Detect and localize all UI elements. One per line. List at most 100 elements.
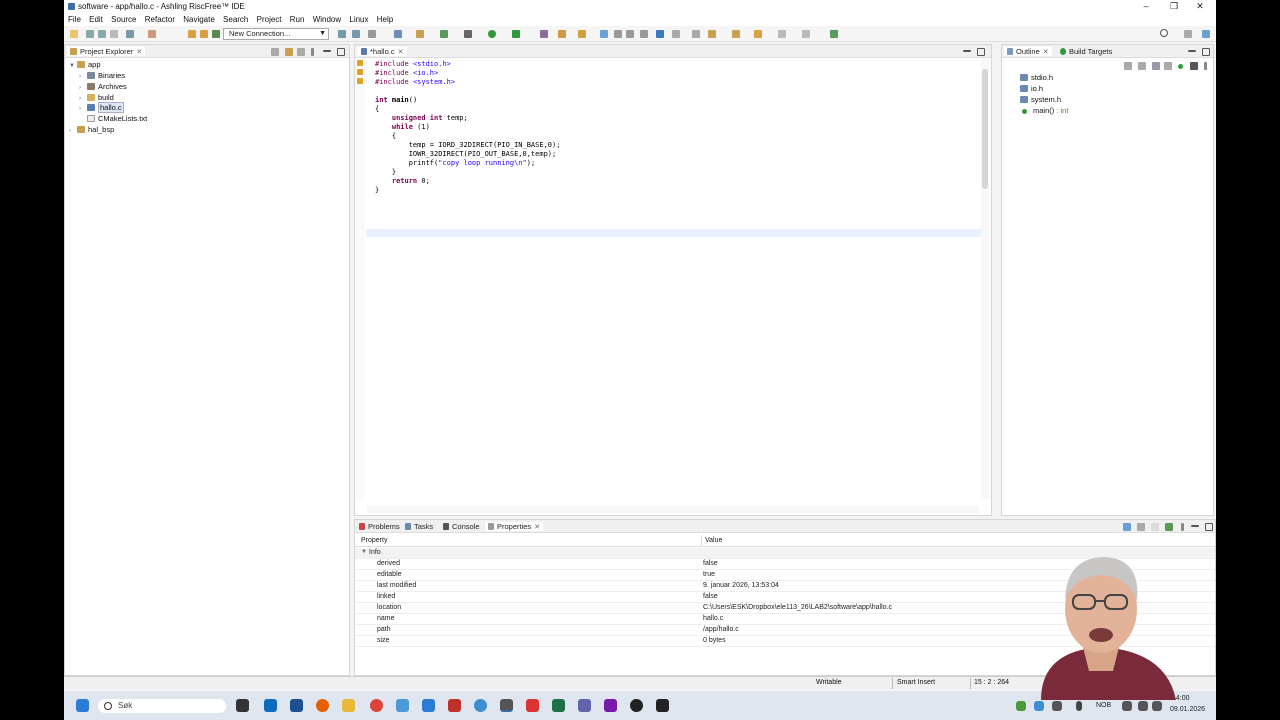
skip-icon[interactable] — [692, 30, 700, 38]
col-value-header[interactable]: Value — [705, 537, 722, 544]
debug-config-icon[interactable] — [464, 30, 472, 38]
battery-icon[interactable] — [1152, 701, 1162, 711]
code-line-13[interactable]: } — [375, 168, 396, 176]
prev-annotation-icon[interactable] — [732, 30, 740, 38]
collapse-all-icon[interactable] — [271, 48, 279, 56]
new-icon[interactable] — [70, 30, 78, 38]
tray-icon[interactable] — [1016, 701, 1026, 711]
minimize-view-icon[interactable] — [963, 50, 971, 52]
minimize-button[interactable]: – — [1138, 1, 1154, 12]
vivaldi-icon[interactable] — [448, 699, 461, 712]
search-icon[interactable] — [1160, 29, 1168, 37]
outline-item-system[interactable]: system.h — [1020, 95, 1061, 104]
code-line-7[interactable]: unsigned int temp; — [375, 114, 468, 122]
task-view-icon[interactable] — [236, 699, 249, 712]
filter-advanced-icon[interactable] — [1137, 523, 1145, 531]
code-line-12[interactable]: printf("copy loop running\n"); — [375, 159, 535, 167]
build-icon[interactable] — [126, 30, 134, 38]
external-tools-icon[interactable] — [512, 30, 520, 38]
paragraph-icon[interactable] — [640, 30, 648, 38]
minimize-view-icon[interactable] — [1188, 50, 1196, 52]
connect-settings-icon[interactable] — [338, 30, 346, 38]
c-perspective-icon[interactable] — [1202, 30, 1210, 38]
forward-icon[interactable] — [802, 30, 810, 38]
tab-tasks[interactable]: Tasks — [405, 522, 433, 531]
code-line-8[interactable]: while (1) — [375, 123, 430, 131]
wifi-icon[interactable] — [1122, 701, 1132, 711]
outline-item-main[interactable]: main() : int — [1020, 106, 1068, 115]
code-line-6[interactable]: { — [375, 105, 379, 113]
terminal-icon[interactable] — [394, 30, 402, 38]
menu-edit[interactable]: Edit — [89, 13, 103, 24]
save-all-icon[interactable] — [98, 30, 106, 38]
minimize-view-icon[interactable] — [1191, 525, 1199, 527]
tab-console[interactable]: Console — [443, 522, 480, 531]
outlook-icon[interactable] — [264, 699, 277, 712]
next-annotation-icon[interactable] — [708, 30, 716, 38]
save-icon[interactable] — [86, 30, 94, 38]
status-insert-mode[interactable]: Smart Insert — [897, 679, 935, 686]
pencil-icon[interactable] — [578, 30, 586, 38]
code-line-10[interactable]: temp = IORD_32DIRECT(PIO_IN_BASE,0); — [375, 141, 561, 149]
open-folder-icon[interactable] — [416, 30, 424, 38]
browser-icon[interactable] — [474, 699, 487, 712]
code-line-3[interactable]: #include <system.h> — [375, 78, 455, 86]
tree-item-cmakelists[interactable]: CMakeLists.txt — [87, 114, 147, 123]
sort-icon[interactable] — [1138, 62, 1146, 70]
view-menu-icon[interactable] — [311, 48, 314, 56]
connection-select[interactable]: New Connection... ▼ — [223, 28, 329, 40]
close-icon[interactable]: ✕ — [534, 524, 540, 531]
input-language[interactable]: NOB — [1096, 702, 1111, 709]
pin-properties-icon[interactable] — [1165, 523, 1173, 531]
tree-item-binaries[interactable]: › Binaries — [79, 71, 125, 80]
refresh-icon[interactable] — [440, 30, 448, 38]
close-button[interactable]: ✕ — [1192, 1, 1208, 12]
whitespace-icon[interactable] — [626, 30, 634, 38]
vertical-scrollbar[interactable] — [981, 59, 989, 499]
excel-icon[interactable] — [552, 699, 565, 712]
tab-properties[interactable]: Properties ✕ — [485, 522, 544, 531]
code-line-14[interactable]: return 0; — [375, 177, 430, 185]
tab-problems[interactable]: Problems — [359, 522, 400, 531]
warning-icon[interactable] — [357, 60, 363, 66]
restore-default-icon[interactable] — [1151, 523, 1159, 531]
maximize-view-icon[interactable] — [337, 48, 345, 56]
menu-window[interactable]: Window — [313, 13, 341, 24]
tree-item-archives[interactable]: › Archives — [79, 82, 127, 91]
code-line-11[interactable]: IOWR_32DIRECT(PIO_OUT_BASE,0,temp); — [375, 150, 557, 158]
onenote-icon[interactable] — [604, 699, 617, 712]
redo-icon[interactable] — [200, 30, 208, 38]
back-icon[interactable] — [778, 30, 786, 38]
hide-static-icon[interactable] — [1164, 62, 1172, 70]
volume-icon[interactable] — [1138, 701, 1148, 711]
maximize-view-icon[interactable] — [977, 48, 985, 56]
vscode-icon[interactable] — [422, 699, 435, 712]
close-icon[interactable]: ✕ — [1043, 49, 1049, 56]
hide-fields-icon[interactable] — [1152, 62, 1160, 70]
tree-item-hal-bsp[interactable]: › hal_bsp — [69, 125, 114, 134]
tray-icon[interactable] — [1034, 701, 1044, 711]
tree-item-app[interactable]: ▼ app — [69, 60, 101, 69]
outline-item-stdio[interactable]: stdio.h — [1020, 73, 1053, 82]
scroll-thumb[interactable] — [982, 69, 988, 189]
minimize-view-icon[interactable] — [323, 50, 331, 52]
tab-outline[interactable]: Outline ✕ — [1004, 47, 1052, 56]
code-line-1[interactable]: #include <stdio.h> — [375, 60, 451, 68]
group-includes-icon[interactable] — [1190, 62, 1198, 70]
horizontal-scrollbar[interactable] — [367, 506, 979, 514]
menu-help[interactable]: Help — [377, 13, 393, 24]
menu-refactor[interactable]: Refactor — [145, 13, 175, 24]
print-icon[interactable] — [110, 30, 118, 38]
tools-icon[interactable] — [148, 30, 156, 38]
menu-run[interactable]: Run — [290, 13, 305, 24]
show-categories-icon[interactable] — [1123, 523, 1131, 531]
hide-nonpublic-icon[interactable] — [1178, 64, 1183, 69]
run-icon[interactable] — [488, 30, 496, 38]
undo-icon[interactable] — [188, 30, 196, 38]
menu-search[interactable]: Search — [223, 13, 248, 24]
code-line-5[interactable]: int main() — [375, 96, 417, 104]
block-select-icon[interactable] — [614, 30, 622, 38]
view-menu-icon[interactable] — [1181, 523, 1184, 531]
maximize-view-icon[interactable] — [1202, 48, 1210, 56]
code-line-9[interactable]: { — [375, 132, 396, 140]
